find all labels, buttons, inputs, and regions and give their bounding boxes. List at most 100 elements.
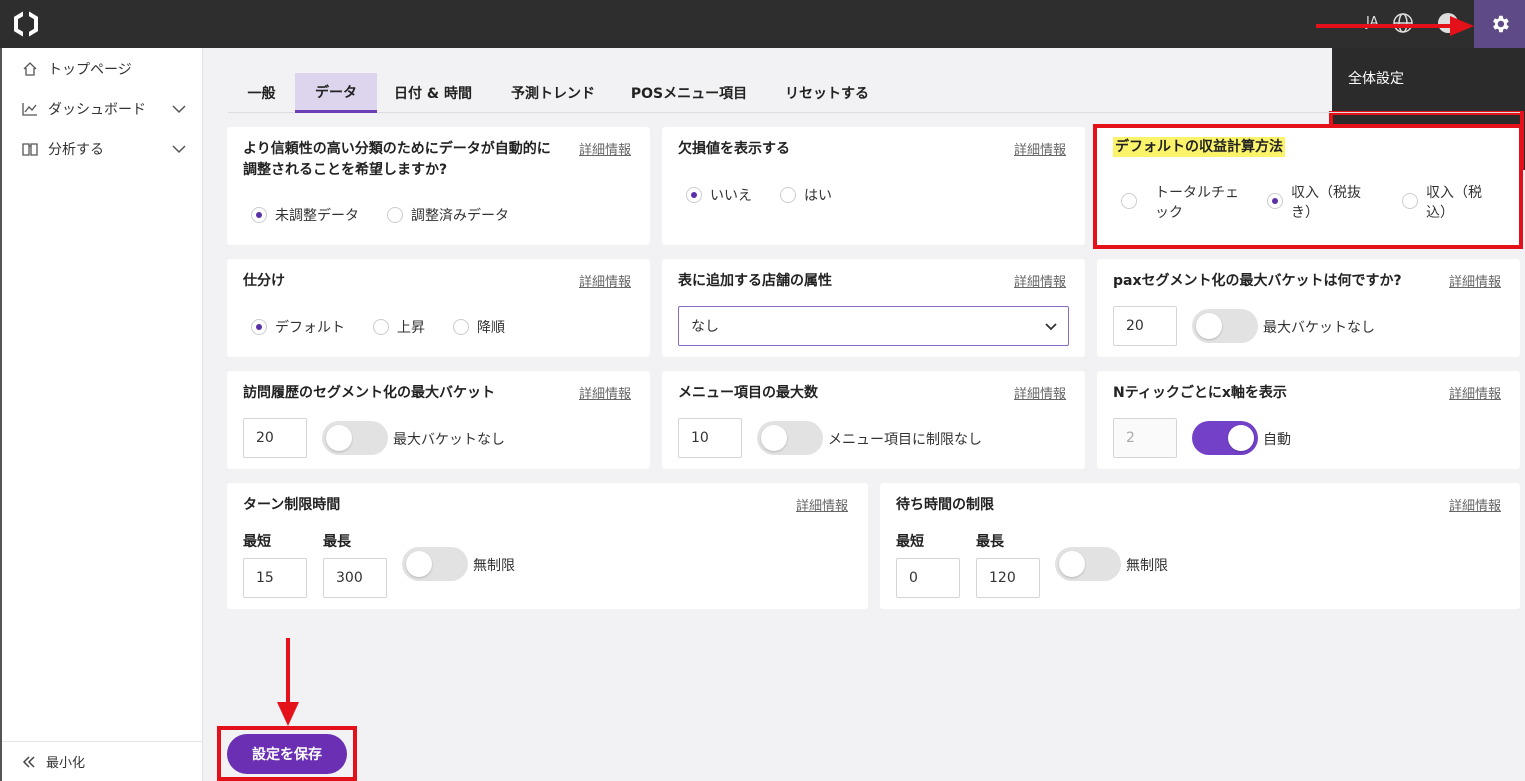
- radio-button[interactable]: [251, 319, 267, 335]
- chevron-down-icon: [172, 145, 186, 154]
- card-title: ターン制限時間: [243, 497, 341, 513]
- radio-button[interactable]: [780, 187, 796, 203]
- max-label: 最長: [323, 534, 351, 550]
- home-icon: [23, 62, 37, 76]
- detail-link[interactable]: 詳細情報: [1014, 383, 1066, 402]
- min-label: 最短: [243, 534, 271, 550]
- sidebar-item-analyze[interactable]: 分析する: [22, 138, 187, 160]
- toggle-label: 自動: [1263, 432, 1291, 448]
- card-title: 表に追加する店舗の属性: [678, 273, 832, 289]
- detail-link[interactable]: 詳細情報: [1014, 139, 1066, 158]
- gear-icon: [1492, 15, 1509, 33]
- radio-default[interactable]: デフォルト: [251, 317, 345, 337]
- radio-no[interactable]: いいえ: [686, 185, 752, 205]
- card-x-axis-ticks: Nティックごとにx軸を表示 詳細情報 2 自動: [1097, 371, 1520, 469]
- top-bar: JA: [0, 0, 1525, 48]
- detail-link[interactable]: 詳細情報: [1014, 271, 1066, 290]
- radio-button[interactable]: [453, 319, 469, 335]
- card-title: 訪問履歴のセグメント化の最大バケット: [243, 385, 495, 401]
- visit-bucket-input[interactable]: 20: [243, 418, 307, 458]
- card-title: Nティックごとにx軸を表示: [1113, 385, 1287, 401]
- card-title: メニュー項目の最大数: [678, 385, 818, 401]
- sidebar-item-dashboard[interactable]: ダッシュボード: [22, 98, 187, 120]
- pax-bucket-input[interactable]: 20: [1113, 306, 1177, 346]
- card-sort: 仕分け 詳細情報 デフォルト 上昇 降順: [227, 259, 650, 357]
- minimize-label: 最小化: [46, 756, 86, 771]
- card-menu-max: メニュー項目の最大数 詳細情報 10 メニュー項目に制限なし: [662, 371, 1085, 469]
- tab-general[interactable]: 一般: [228, 73, 295, 113]
- app-logo-icon[interactable]: [12, 10, 40, 38]
- card-wait-time: 待ち時間の制限 詳細情報 最短 最長 0 120 無制限: [880, 483, 1520, 609]
- detail-link[interactable]: 詳細情報: [1449, 495, 1501, 514]
- turn-min-input[interactable]: 15: [243, 558, 307, 598]
- card-title: paxセグメント化の最大バケットは何ですか?: [1113, 273, 1402, 289]
- tab-forecast-trend[interactable]: 予測トレンド: [498, 73, 608, 113]
- card-pax-buckets: paxセグメント化の最大バケットは何ですか? 詳細情報 20 最大バケットなし: [1097, 259, 1520, 357]
- sidebar-item-label: ダッシュボード: [48, 102, 146, 118]
- wait-min-input[interactable]: 0: [896, 558, 960, 598]
- unlimited-toggle[interactable]: [402, 547, 468, 581]
- settings-tabs: 一般 データ 日付 & 時間 予測トレンド POSメニュー項目 リセットする: [228, 73, 1520, 113]
- radio-button[interactable]: [373, 319, 389, 335]
- card-title: 欠損値を表示する: [678, 141, 790, 157]
- tab-date-time[interactable]: 日付 & 時間: [383, 73, 483, 113]
- tab-reset[interactable]: リセットする: [772, 73, 882, 113]
- card-title: 待ち時間の制限: [896, 497, 994, 513]
- radio-descending[interactable]: 降順: [453, 317, 505, 337]
- store-attribute-select[interactable]: なし: [678, 306, 1069, 346]
- chevron-down-icon: [1045, 323, 1057, 331]
- detail-link[interactable]: 詳細情報: [579, 271, 631, 290]
- detail-link[interactable]: 詳細情報: [579, 139, 631, 158]
- no-max-bucket-toggle[interactable]: [322, 421, 388, 455]
- detail-link[interactable]: 詳細情報: [796, 495, 848, 514]
- max-label: 最長: [976, 534, 1004, 550]
- double-chevron-left-icon: [22, 755, 35, 768]
- radio-unadjusted[interactable]: 未調整データ: [251, 205, 359, 225]
- turn-max-input[interactable]: 300: [323, 558, 387, 598]
- auto-toggle[interactable]: [1192, 421, 1258, 455]
- menu-max-input[interactable]: 10: [678, 418, 742, 458]
- annotation-box-revenue: [1093, 124, 1523, 249]
- tab-data[interactable]: データ: [295, 73, 377, 113]
- toggle-label: 無制限: [473, 558, 515, 574]
- card-missing-values: 欠損値を表示する 詳細情報 いいえ はい: [662, 127, 1085, 245]
- no-max-bucket-toggle[interactable]: [1192, 309, 1258, 343]
- unlimited-toggle[interactable]: [1055, 547, 1121, 581]
- sidebar: トップページ ダッシュボード 分析する 最小化: [0, 48, 203, 781]
- chart-icon: [22, 103, 37, 116]
- detail-link[interactable]: 詳細情報: [1449, 271, 1501, 290]
- sidebar-item-label: 分析する: [48, 142, 104, 158]
- sidebar-item-label: トップページ: [48, 62, 132, 78]
- radio-yes[interactable]: はい: [780, 185, 832, 205]
- min-label: 最短: [896, 534, 924, 550]
- card-auto-adjust: より信頼性の高い分類のためにデータが自動的に 調整されることを希望しますか? 詳…: [227, 127, 650, 245]
- x-axis-tick-input[interactable]: 2: [1113, 418, 1177, 458]
- radio-ascending[interactable]: 上昇: [373, 317, 425, 337]
- radio-button[interactable]: [686, 187, 702, 203]
- settings-button[interactable]: [1474, 0, 1525, 48]
- card-store-attribute: 表に追加する店舗の属性 詳細情報 なし: [662, 259, 1085, 357]
- minimize-sidebar-button[interactable]: 最小化: [2, 741, 203, 781]
- card-title: より信頼性の高い分類のためにデータが自動的に 調整されることを希望しますか?: [243, 141, 551, 178]
- radio-adjusted[interactable]: 調整済みデータ: [387, 205, 509, 225]
- annotation-arrow-down: [277, 638, 299, 726]
- annotation-box-save: [217, 726, 357, 781]
- no-menu-limit-toggle[interactable]: [757, 421, 823, 455]
- detail-link[interactable]: 詳細情報: [1449, 383, 1501, 402]
- chevron-down-icon: [172, 105, 186, 114]
- wait-max-input[interactable]: 120: [976, 558, 1040, 598]
- radio-button[interactable]: [251, 207, 267, 223]
- toggle-label: 無制限: [1126, 558, 1168, 574]
- sidebar-item-top-page[interactable]: トップページ: [22, 58, 187, 80]
- annotation-arrow-right: [1316, 16, 1474, 36]
- toggle-label: 最大バケットなし: [393, 432, 505, 448]
- card-turn-time: ターン制限時間 詳細情報 最短 最長 15 300 無制限: [227, 483, 868, 609]
- radio-button[interactable]: [387, 207, 403, 223]
- toggle-label: メニュー項目に制限なし: [828, 432, 982, 448]
- detail-link[interactable]: 詳細情報: [579, 383, 631, 402]
- card-title: 仕分け: [243, 273, 285, 289]
- tab-pos-menu-items[interactable]: POSメニュー項目: [624, 73, 754, 113]
- toggle-label: 最大バケットなし: [1263, 320, 1375, 336]
- card-visit-buckets: 訪問履歴のセグメント化の最大バケット 詳細情報 20 最大バケットなし: [227, 371, 650, 469]
- book-icon: [22, 143, 38, 156]
